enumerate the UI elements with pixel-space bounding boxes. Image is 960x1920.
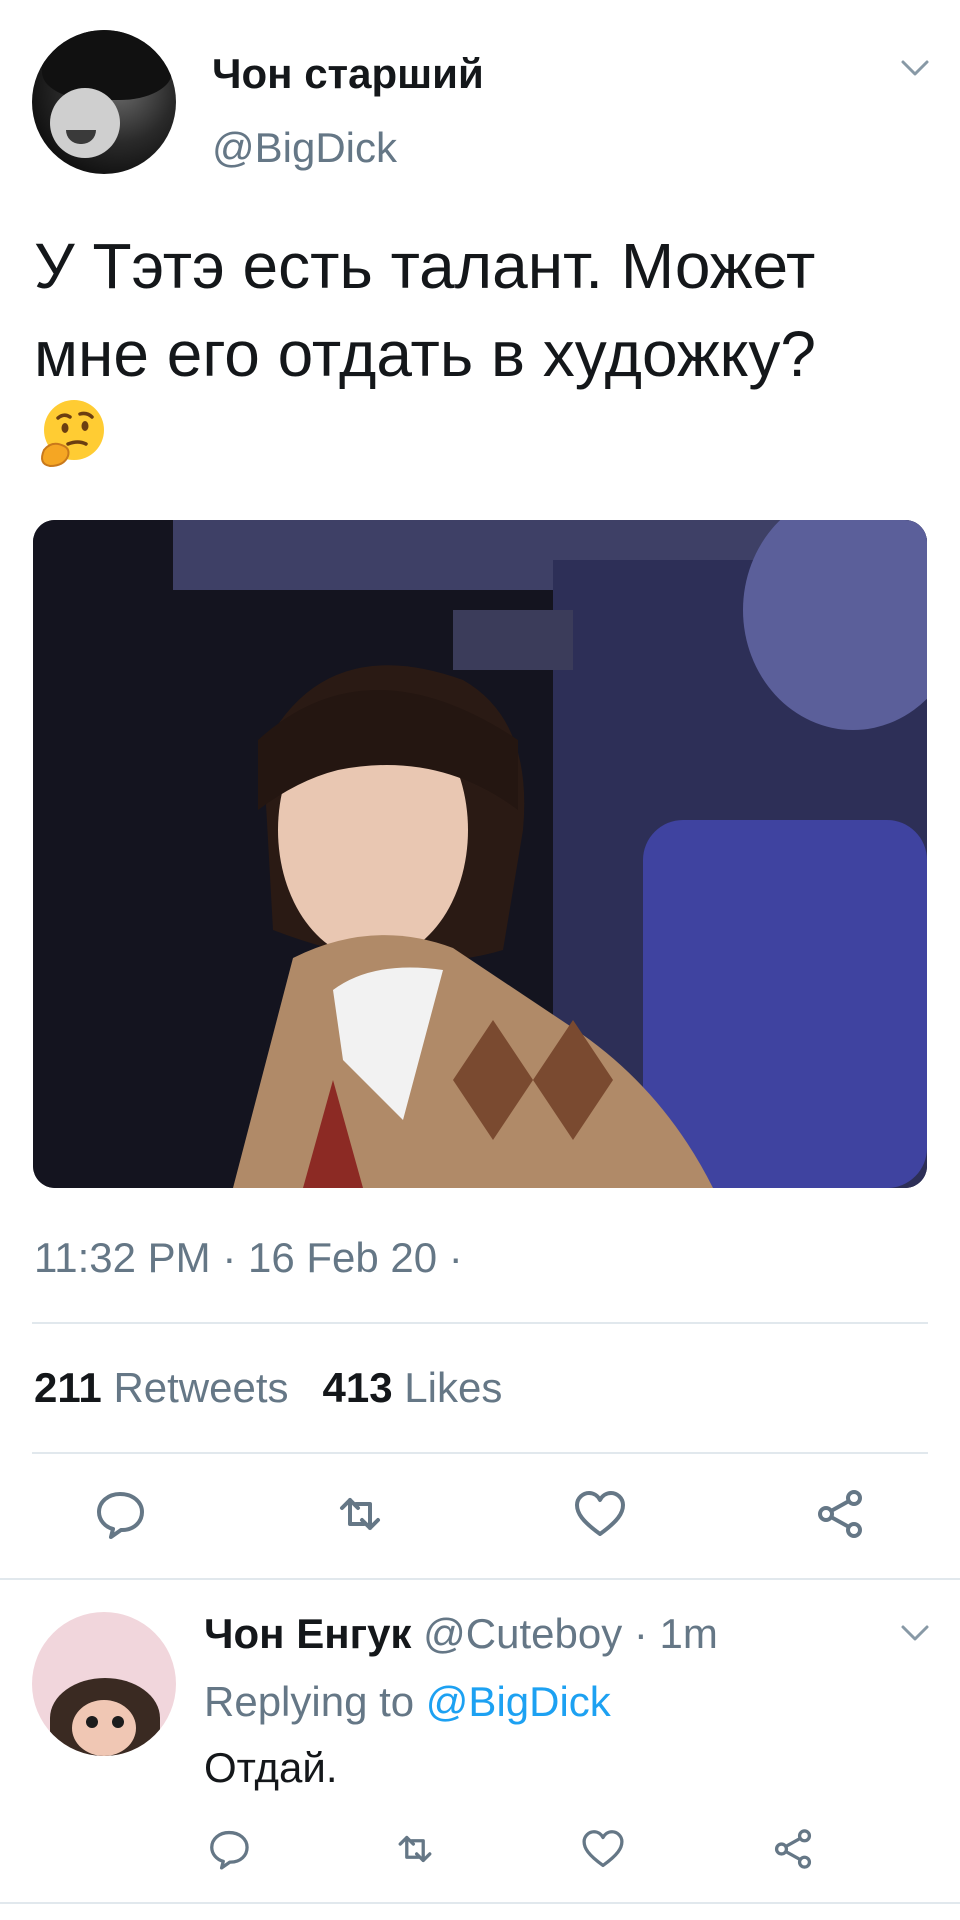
tweet-timestamp[interactable]: 11:32 PM · 16 Feb 20 · — [34, 1234, 463, 1282]
tweet-text-line: У Тэтэ есть талант. Может — [34, 230, 816, 302]
divider — [0, 1578, 960, 1580]
tweet-stats: 211 Retweets 413 Likes — [34, 1364, 502, 1412]
retweet-icon[interactable] — [332, 1486, 388, 1542]
tweet-text: У Тэтэ есть талант. Может мне его отдать… — [34, 222, 914, 398]
replying-to: Replying to @BigDick — [204, 1678, 611, 1726]
reply-meta[interactable]: @Cuteboy · 1m — [423, 1610, 718, 1657]
reply-icon[interactable] — [92, 1486, 148, 1542]
reply-icon[interactable] — [206, 1826, 252, 1872]
chevron-down-icon[interactable] — [898, 55, 932, 81]
replying-mention[interactable]: @BigDick — [426, 1678, 611, 1725]
share-icon[interactable] — [770, 1826, 816, 1872]
like-icon[interactable] — [580, 1826, 626, 1872]
retweets-count[interactable]: 211 — [34, 1364, 102, 1411]
share-icon[interactable] — [812, 1486, 868, 1542]
reply-header: Чон Енгук @Cuteboy · 1m — [204, 1610, 718, 1658]
divider — [0, 1902, 960, 1904]
thinking-face-emoji-icon — [41, 400, 104, 468]
author-name[interactable]: Чон старший — [212, 50, 484, 98]
reply-text: Отдай. — [204, 1744, 338, 1791]
chevron-down-icon[interactable] — [898, 1620, 932, 1646]
author-handle[interactable]: @BigDick — [212, 124, 397, 172]
likes-count[interactable]: 413 — [323, 1364, 393, 1411]
retweet-icon[interactable] — [392, 1826, 438, 1872]
divider — [32, 1452, 928, 1454]
divider — [32, 1322, 928, 1324]
author-avatar[interactable] — [32, 30, 176, 174]
reply-author-avatar[interactable] — [32, 1612, 176, 1756]
likes-label[interactable]: Likes — [404, 1364, 502, 1411]
reply-author-name[interactable]: Чон Енгук — [204, 1610, 411, 1657]
tweet-text-line: мне его отдать в художку? — [34, 318, 816, 390]
retweets-label[interactable]: Retweets — [113, 1364, 288, 1411]
tweet-photo[interactable] — [33, 520, 927, 1188]
replying-prefix: Replying to — [204, 1678, 415, 1725]
like-icon[interactable] — [572, 1486, 628, 1542]
